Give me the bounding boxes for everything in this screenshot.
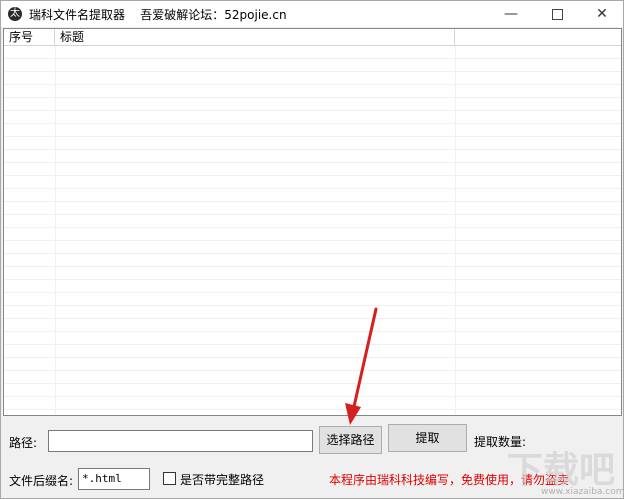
select-path-button[interactable]: 选择路径 [319, 426, 382, 454]
column-header-seq[interactable]: 序号 [4, 29, 55, 45]
minimize-button[interactable]: — [488, 1, 534, 27]
title-bar[interactable]: 太 瑞科文件名提取器 吾爱破解论坛：52pojie.cn — ✕ [1, 1, 623, 27]
grid-column-line [55, 46, 56, 415]
column-header-empty [455, 29, 621, 45]
extract-button[interactable]: 提取 [388, 424, 467, 452]
path-label: 路径: [9, 436, 38, 450]
file-list-view[interactable]: 序号 标题 [3, 28, 622, 416]
app-window: 太 瑞科文件名提取器 吾爱破解论坛：52pojie.cn — ✕ 序号 标题 路… [0, 0, 624, 499]
full-path-checkbox-label[interactable]: 是否带完整路径 [180, 471, 264, 488]
grid-lines [4, 46, 621, 415]
grid-column-line [455, 46, 456, 415]
close-button[interactable]: ✕ [579, 1, 624, 27]
suffix-input[interactable]: *.html [78, 468, 150, 490]
window-title: 瑞科文件名提取器 吾爱破解论坛：52pojie.cn [29, 8, 287, 22]
list-header: 序号 标题 [4, 29, 621, 46]
list-body[interactable] [4, 46, 621, 415]
annotation-arrow-icon [345, 307, 378, 425]
maximize-icon [551, 8, 563, 20]
app-icon: 太 [8, 7, 22, 21]
suffix-label: 文件后缀名: [9, 474, 74, 488]
watermark-site: www.xiazaiba.com [541, 487, 624, 497]
path-input[interactable] [48, 430, 313, 452]
column-header-title[interactable]: 标题 [55, 29, 455, 45]
maximize-button[interactable] [534, 1, 580, 27]
watermark-logo: 下载吧 [507, 450, 616, 491]
full-path-checkbox[interactable] [163, 472, 176, 485]
